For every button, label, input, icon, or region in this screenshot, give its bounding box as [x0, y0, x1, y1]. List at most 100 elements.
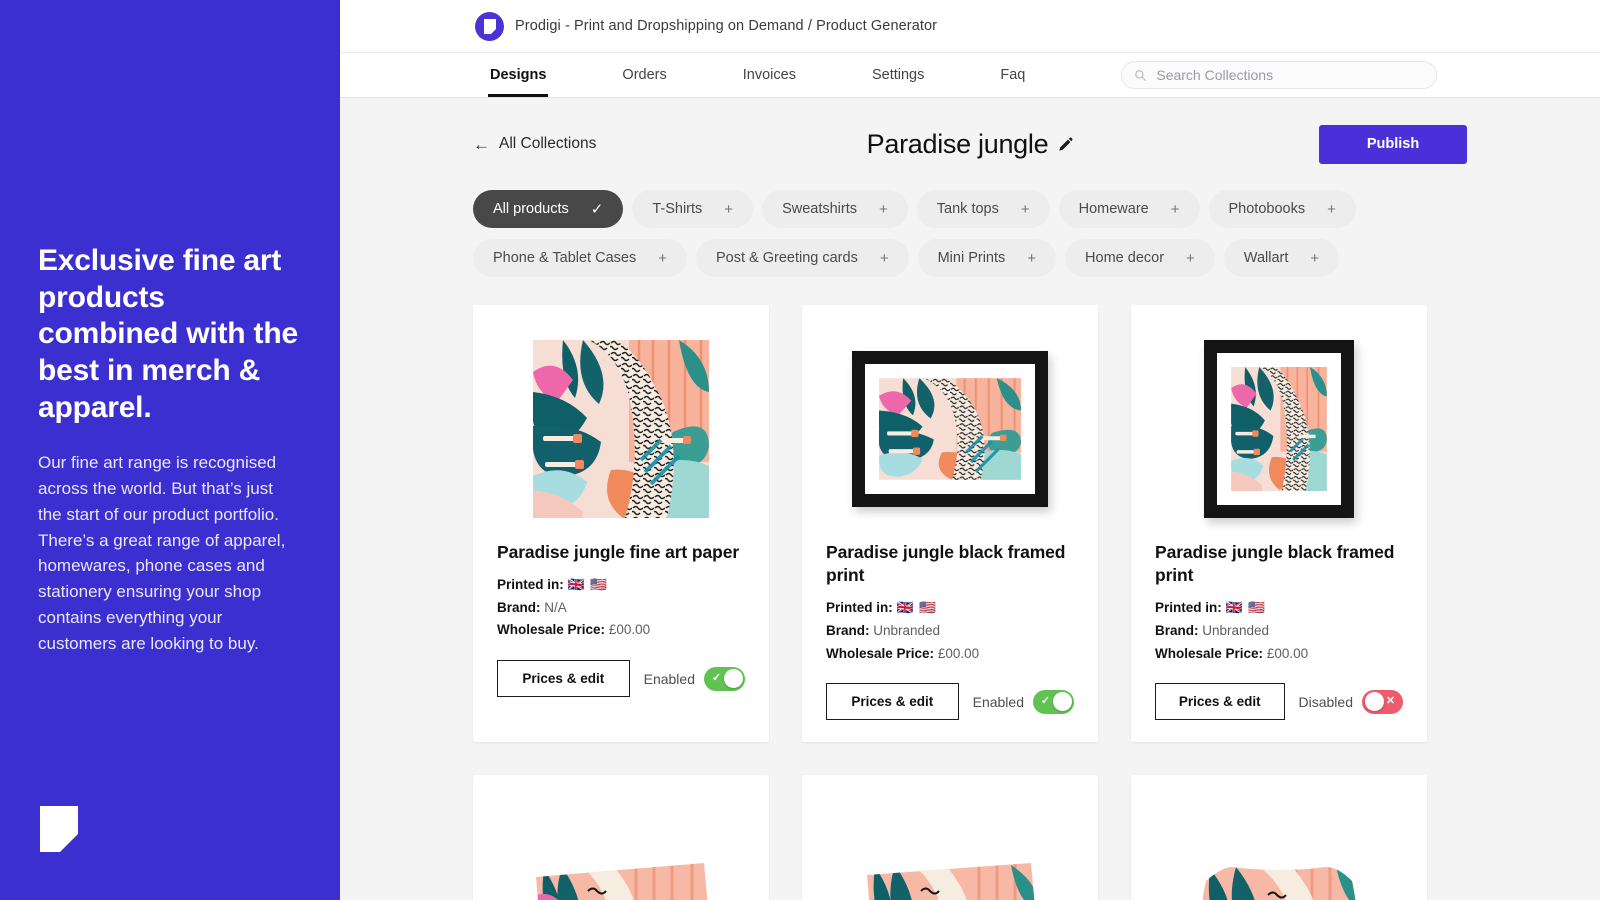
toggle-status-label: Enabled [972, 693, 1024, 710]
tab-orders[interactable]: Orders [620, 53, 668, 97]
filter-chip-sweatshirts[interactable]: Sweatshirts + [762, 190, 908, 228]
printed-in-label: Printed in: [826, 600, 893, 616]
tab-faq-label: Faq [1000, 67, 1026, 83]
product-title: Paradise jungle black framed print [826, 542, 1066, 586]
wholesale-price-label: Wholesale Price: [826, 645, 935, 661]
plus-icon: + [1186, 249, 1195, 267]
product-card-body: Paradise jungle fine art paper Printed i… [473, 541, 769, 698]
toggle-knob [723, 669, 743, 689]
prodigi-page-logo-icon [40, 806, 78, 852]
filter-chip-label: Homeware [1078, 201, 1149, 217]
toggle-knob [1052, 692, 1072, 712]
product-meta: Printed in: 🇬🇧 🇺🇸 Brand: Unbranded Whole… [1155, 597, 1403, 665]
brand-row: Brand: N/A [497, 597, 745, 620]
product-status-toggle-group[interactable]: Disabled ✕ [1298, 689, 1403, 714]
product-enabled-toggle[interactable]: ✓ [1033, 689, 1074, 714]
brand-value: N/A [544, 599, 567, 615]
black-frame [852, 351, 1048, 507]
filter-chip-all-products[interactable]: All products ✓ [473, 190, 624, 228]
printed-in-flags: 🇬🇧 🇺🇸 [567, 577, 608, 593]
logo-fold-icon [60, 834, 78, 852]
wholesale-price-value: £00.00 [937, 645, 980, 661]
filter-chip-mini-prints[interactable]: Mini Prints + [917, 239, 1057, 277]
filter-chip-wallart[interactable]: Wallart + [1223, 239, 1340, 277]
tab-designs[interactable]: Designs [488, 53, 549, 97]
product-card[interactable] [802, 775, 1098, 900]
plus-icon: + [879, 200, 888, 218]
product-enabled-toggle[interactable]: ✕ [1362, 689, 1403, 714]
search-input[interactable] [1156, 67, 1425, 83]
paradise-jungle-canvas [536, 863, 712, 900]
nav-tab-list: Designs Orders Invoices Settings Faq [488, 53, 1099, 97]
brand-label: Brand: [1155, 622, 1199, 638]
printed-in-flags: 🇬🇧 🇺🇸 [896, 600, 937, 616]
prices-and-edit-button[interactable]: Prices & edit [826, 683, 959, 721]
printed-in-label: Printed in: [497, 577, 564, 593]
product-status-toggle-group[interactable]: Enabled ✓ [644, 666, 745, 691]
product-card[interactable] [473, 775, 769, 900]
filter-chip-phone-tablet-cases[interactable]: Phone & Tablet Cases + [473, 239, 687, 277]
filter-chip-post-greeting-cards[interactable]: Post & Greeting cards + [695, 239, 909, 277]
product-card[interactable]: Paradise jungle black framed print Print… [802, 305, 1098, 743]
product-card-actions: Prices & edit Disabled ✕ [1155, 683, 1403, 721]
application-pane: Prodigi - Print and Dropshipping on Dema… [340, 0, 1600, 900]
app-title: Prodigi - Print and Dropshipping on Dema… [515, 18, 938, 34]
brand-label: Brand: [497, 599, 541, 615]
product-enabled-toggle[interactable]: ✓ [704, 666, 745, 691]
tab-settings[interactable]: Settings [870, 53, 926, 97]
frame-mat [1217, 353, 1341, 505]
product-grid: Paradise jungle fine art paper Printed i… [473, 305, 1467, 900]
product-status-toggle-group[interactable]: Enabled ✓ [972, 689, 1074, 714]
product-card[interactable] [1131, 775, 1427, 900]
price-row: Wholesale Price: £00.00 [826, 643, 1074, 666]
collection-name: Paradise jungle [866, 128, 1049, 159]
wholesale-price-value: £00.00 [608, 622, 651, 638]
pencil-icon[interactable] [1058, 137, 1073, 152]
tab-faq[interactable]: Faq [998, 53, 1027, 97]
plus-icon: + [1310, 249, 1320, 267]
filter-chip-label: Tank tops [936, 201, 999, 217]
filter-chip-home-decor[interactable]: Home decor + [1065, 239, 1215, 277]
plus-icon: + [879, 249, 889, 267]
product-image-flat-print [473, 305, 769, 541]
filter-chip-label: Mini Prints [937, 250, 1006, 266]
product-card[interactable]: Paradise jungle fine art paper Printed i… [473, 305, 769, 743]
page-header: ← All Collections Paradise jungle Publis… [473, 98, 1467, 190]
check-icon: ✓ [590, 200, 604, 218]
product-category-filters: All products ✓ T-Shirts + Sweatshirts + … [473, 190, 1467, 305]
search-icon [1135, 69, 1147, 81]
product-meta: Printed in: 🇬🇧 🇺🇸 Brand: Unbranded Whole… [826, 597, 1074, 665]
toggle-status-label: Disabled [1298, 693, 1353, 710]
plus-icon: + [658, 249, 667, 267]
printed-in-row: Printed in: 🇬🇧 🇺🇸 [1155, 597, 1403, 620]
paradise-jungle-artwork [879, 378, 1021, 480]
filter-chip-tank-tops[interactable]: Tank tops + [916, 190, 1050, 228]
promo-body: Our fine art range is recognised across … [38, 453, 286, 653]
prices-and-edit-button[interactable]: Prices & edit [497, 660, 630, 698]
plus-icon: + [1027, 249, 1037, 267]
product-title: Paradise jungle fine art paper [497, 542, 740, 562]
product-image-canvas-print [473, 775, 769, 900]
paradise-jungle-artwork [1231, 367, 1327, 491]
filter-chip-t-shirts[interactable]: T-Shirts + [632, 190, 754, 228]
tab-invoices[interactable]: Invoices [741, 53, 798, 97]
back-to-all-collections[interactable]: ← All Collections [473, 135, 596, 153]
app-titlebar: Prodigi - Print and Dropshipping on Dema… [340, 0, 1600, 53]
search-collections-field[interactable] [1121, 61, 1438, 89]
filter-chip-label: Post & Greeting cards [715, 250, 858, 266]
app-root: Exclusive fine art products combined wit… [0, 0, 1600, 900]
filter-chip-photobooks[interactable]: Photobooks + [1208, 190, 1356, 228]
publish-button[interactable]: Publish [1319, 124, 1467, 164]
product-meta: Printed in: 🇬🇧 🇺🇸 Brand: N/A Wholesale P… [497, 574, 745, 642]
filter-chip-homeware[interactable]: Homeware + [1058, 190, 1200, 228]
promo-heading: Exclusive fine art products combined wit… [38, 244, 298, 424]
prices-and-edit-button[interactable]: Prices & edit [1155, 683, 1285, 721]
plus-icon: + [1327, 200, 1336, 218]
price-row: Wholesale Price: £00.00 [497, 619, 745, 642]
brand-value: Unbranded [873, 622, 941, 638]
product-image-framed-print-portrait [1131, 305, 1427, 541]
product-card[interactable]: Paradise jungle black framed print Print… [1131, 305, 1427, 743]
product-image-canvas-print [802, 775, 1098, 900]
paradise-jungle-canvas [867, 863, 1039, 900]
promo-sidebar: Exclusive fine art products combined wit… [0, 0, 340, 900]
